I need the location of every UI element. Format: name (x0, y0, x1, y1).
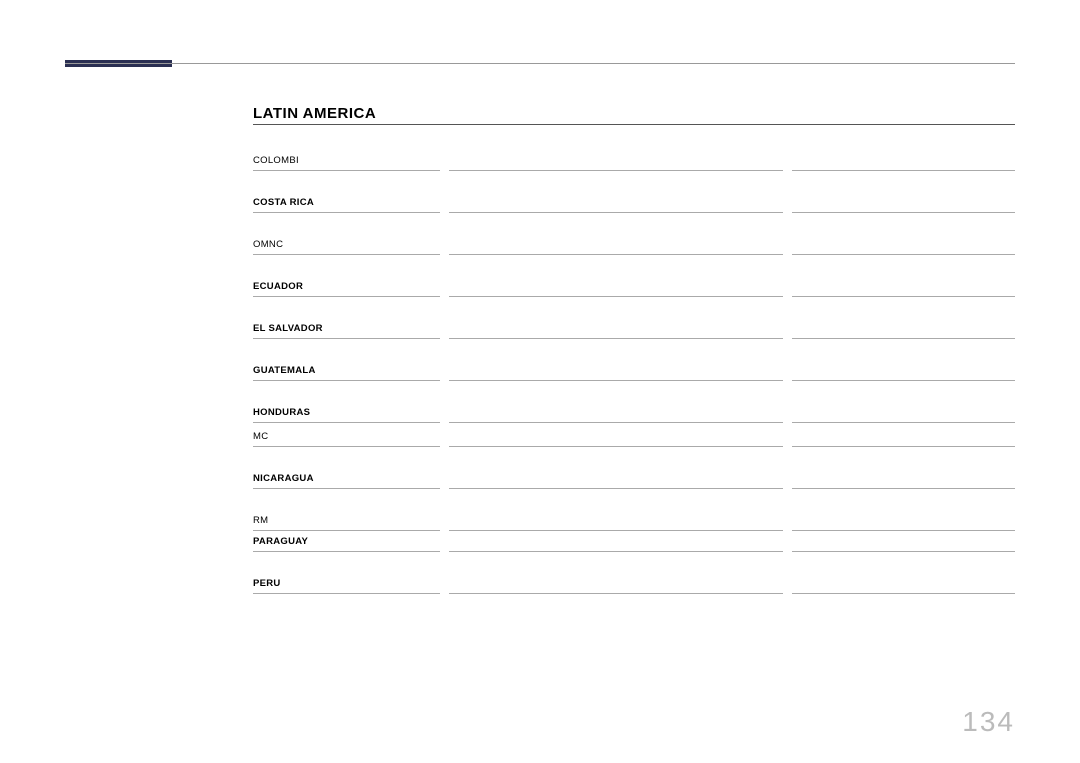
table-row: OMNC (253, 213, 1015, 255)
table-row: HONDURAS (253, 381, 1015, 423)
table-row: MC (253, 423, 1015, 447)
cell-right (792, 447, 1015, 489)
table-row: PARAGUAY (253, 531, 1015, 552)
cell-right (792, 125, 1015, 171)
table-row: RM (253, 489, 1015, 531)
cell-right (792, 339, 1015, 381)
cell-middle (449, 213, 783, 255)
table-row: COSTA RICA (253, 171, 1015, 213)
country-label: RM (253, 510, 440, 531)
table-row: COLOMBI (253, 125, 1015, 171)
cell-right (792, 213, 1015, 255)
cell-right (792, 423, 1015, 447)
cell-middle (449, 339, 783, 381)
country-label: NICARAGUA (253, 468, 440, 489)
country-label: HONDURAS (253, 402, 440, 423)
country-label: PARAGUAY (253, 531, 440, 552)
table-row: PERU (253, 552, 1015, 594)
country-label: OMNC (253, 234, 440, 255)
cell-middle (449, 297, 783, 339)
top-rule (65, 63, 1015, 64)
cell-middle (449, 552, 783, 594)
cell-middle (449, 255, 783, 297)
table-row: EL SALVADOR (253, 297, 1015, 339)
country-label: COLOMBI (253, 150, 440, 171)
cell-middle (449, 125, 783, 171)
cell-middle (449, 447, 783, 489)
page-container: LATIN AMERICA COLOMBI COSTA RICA OMNC ECUAD… (0, 0, 1080, 763)
section-title: LATIN AMERICA (253, 105, 1015, 122)
page-number: 134 (962, 706, 1015, 738)
cell-middle (449, 171, 783, 213)
country-label: GUATEMALA (253, 360, 440, 381)
cell-right (792, 381, 1015, 423)
country-label: EL SALVADOR (253, 318, 440, 339)
table-row: NICARAGUA (253, 447, 1015, 489)
cell-right (792, 489, 1015, 531)
country-label: MC (253, 426, 440, 447)
cell-middle (449, 532, 783, 552)
cell-right (792, 297, 1015, 339)
table-row: GUATEMALA (253, 339, 1015, 381)
cell-middle (449, 489, 783, 531)
country-label: PERU (253, 573, 440, 594)
cell-middle (449, 423, 783, 447)
country-label: COSTA RICA (253, 192, 440, 213)
cell-right (792, 255, 1015, 297)
cell-right (792, 552, 1015, 594)
country-table: COLOMBI COSTA RICA OMNC ECUADOR EL SALVADOR G… (253, 125, 1015, 594)
cell-right (792, 532, 1015, 552)
table-row: ECUADOR (253, 255, 1015, 297)
cell-right (792, 171, 1015, 213)
content-area: LATIN AMERICA COLOMBI COSTA RICA OMNC ECUAD… (65, 60, 1015, 594)
cell-middle (449, 381, 783, 423)
country-label: ECUADOR (253, 276, 440, 297)
